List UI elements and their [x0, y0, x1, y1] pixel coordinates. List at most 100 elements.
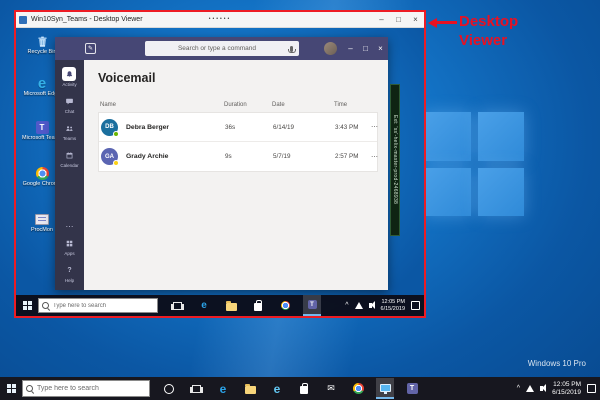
rail-item-help[interactable]: ? Help — [63, 263, 77, 283]
search-icon — [42, 302, 50, 310]
voicemail-row[interactable]: DB Debra Berger 36s 6/14/19 3:43 PM ⋯ — [99, 113, 377, 142]
row-more-icon[interactable]: ⋯ — [371, 123, 381, 131]
host-taskbar-desktop-viewer[interactable] — [376, 378, 394, 399]
desktop-viewer-window: Win10Syn_Teams - Desktop Viewer •••••• –… — [14, 10, 426, 318]
rail-item-apps[interactable]: Apps — [63, 236, 77, 256]
tray-chevron-icon[interactable]: ^ — [517, 385, 520, 392]
teams-close-button[interactable]: × — [373, 37, 388, 60]
column-header-duration: Duration — [224, 102, 272, 108]
host-taskbar-mail[interactable]: ✉ — [322, 378, 340, 399]
teams-minimize-button[interactable]: – — [343, 37, 358, 60]
column-header-name: Name — [100, 102, 224, 108]
network-icon[interactable] — [526, 385, 534, 392]
calendar-icon — [62, 148, 76, 162]
store-icon — [300, 386, 308, 394]
annotation-label: Desktop Viewer — [459, 13, 537, 51]
viewer-toolbar-grip[interactable]: •••••• — [209, 16, 232, 22]
remote-taskbar: e T ^ 12:05 PM 6/15/2019 — [16, 295, 424, 316]
host-taskbar-chrome[interactable] — [349, 378, 367, 399]
teams-search-input[interactable] — [145, 45, 290, 52]
store-icon — [254, 303, 262, 311]
teams-icon: T — [407, 383, 418, 394]
edge-icon: e — [220, 383, 227, 395]
folder-icon — [226, 303, 237, 311]
windows-edition-watermark: Windows 10 Pro — [528, 359, 586, 368]
annotation-arrow — [436, 21, 457, 24]
voicemail-panel: Voicemail Name Duration Date Time DB Deb… — [84, 60, 388, 290]
teams-maximize-button[interactable]: □ — [358, 37, 373, 60]
avatar: DB — [101, 119, 118, 136]
viewer-titlebar[interactable]: Win10Syn_Teams - Desktop Viewer •••••• –… — [16, 12, 424, 28]
rail-item-activity[interactable]: Activity — [62, 67, 76, 87]
remote-taskbar-store[interactable] — [249, 295, 267, 316]
rail-item-teams[interactable]: Teams — [63, 121, 77, 141]
microphone-icon[interactable] — [290, 46, 293, 52]
host-taskbar: e e ✉ T ^ 12:05 PM 6/15/2019 — [0, 377, 600, 400]
remote-taskbar-chrome[interactable] — [276, 295, 294, 316]
action-center-icon[interactable] — [411, 301, 420, 310]
teams-app-rail: Activity Chat Teams — [55, 60, 84, 290]
host-taskbar-edge[interactable]: e — [214, 378, 232, 399]
host-taskbar-store[interactable] — [295, 378, 313, 399]
internet-explorer-icon: e — [274, 383, 281, 395]
remote-clock[interactable]: 12:05 PM 6/15/2019 — [381, 299, 405, 312]
teams-search-bar[interactable] — [145, 41, 299, 56]
chrome-icon — [353, 383, 364, 394]
profile-avatar[interactable] — [324, 42, 337, 55]
compose-icon[interactable]: ✎ — [85, 43, 96, 54]
chat-icon — [63, 94, 77, 108]
host-start-button[interactable] — [0, 377, 22, 400]
volume-icon[interactable] — [369, 303, 372, 308]
avatar: GA — [101, 148, 118, 165]
host-taskbar-internet-explorer[interactable]: e — [268, 378, 286, 399]
host-search-input[interactable] — [37, 385, 149, 392]
voicemail-duration: 9s — [225, 153, 273, 160]
task-view-icon — [192, 385, 201, 393]
viewer-minimize-button[interactable]: – — [373, 12, 390, 27]
edge-icon: e — [201, 301, 207, 311]
remote-search-box[interactable] — [38, 298, 158, 313]
action-center-icon[interactable] — [587, 384, 596, 393]
voicemail-time: 2:57 PM — [335, 153, 371, 160]
host-taskbar-teams[interactable]: T — [403, 378, 421, 399]
page-title: Voicemail — [98, 71, 378, 85]
task-view-button[interactable] — [187, 378, 205, 399]
row-more-icon[interactable]: ⋯ — [371, 153, 381, 161]
remote-start-button[interactable] — [16, 295, 38, 316]
viewer-close-button[interactable]: × — [407, 12, 424, 27]
voicemail-row[interactable]: GA Grady Archie 9s 5/7/19 2:57 PM ⋯ — [99, 142, 377, 171]
chrome-icon — [281, 301, 290, 310]
teams-window: ✎ – □ × — [55, 37, 388, 290]
teams-titlebar[interactable]: ✎ – □ × — [55, 37, 388, 60]
host-taskbar-file-explorer[interactable] — [241, 378, 259, 399]
rail-item-chat[interactable]: Chat — [63, 94, 77, 114]
task-view-icon — [173, 302, 182, 310]
voicemail-table-header: Name Duration Date Time — [98, 102, 378, 112]
apps-grid-icon — [63, 236, 77, 250]
activity-bell-icon — [62, 67, 76, 81]
voicemail-date: 5/7/19 — [273, 153, 335, 160]
remote-taskbar-file-explorer[interactable] — [222, 295, 240, 316]
viewer-maximize-button[interactable]: □ — [390, 12, 407, 27]
network-icon[interactable] — [355, 302, 363, 309]
cortana-button[interactable] — [160, 378, 178, 399]
voicemail-list: DB Debra Berger 36s 6/14/19 3:43 PM ⋯ GA… — [98, 112, 378, 172]
search-icon — [26, 385, 34, 393]
remote-taskbar-edge[interactable]: e — [195, 295, 213, 316]
status-badge — [113, 160, 119, 166]
volume-icon[interactable] — [540, 386, 543, 391]
session-info-tab[interactable]: Ext: 'ss'-helix-master-prod-2468938 — [390, 84, 400, 236]
host-search-box[interactable] — [22, 380, 150, 397]
column-header-date: Date — [272, 102, 334, 108]
remote-search-input[interactable] — [53, 303, 157, 309]
tray-chevron-icon[interactable]: ^ — [345, 302, 348, 309]
task-view-button[interactable] — [168, 295, 186, 316]
more-options-icon[interactable]: ⋯ — [66, 223, 74, 231]
remote-taskbar-teams[interactable]: T — [303, 295, 321, 316]
mail-icon: ✉ — [327, 384, 335, 393]
host-clock[interactable]: 12:05 PM 6/15/2019 — [552, 381, 581, 397]
viewer-title: Win10Syn_Teams - Desktop Viewer — [31, 16, 143, 23]
rail-item-calendar[interactable]: Calendar — [60, 148, 78, 168]
windows-logo-wallpaper — [424, 112, 524, 216]
viewer-app-icon — [19, 16, 27, 24]
